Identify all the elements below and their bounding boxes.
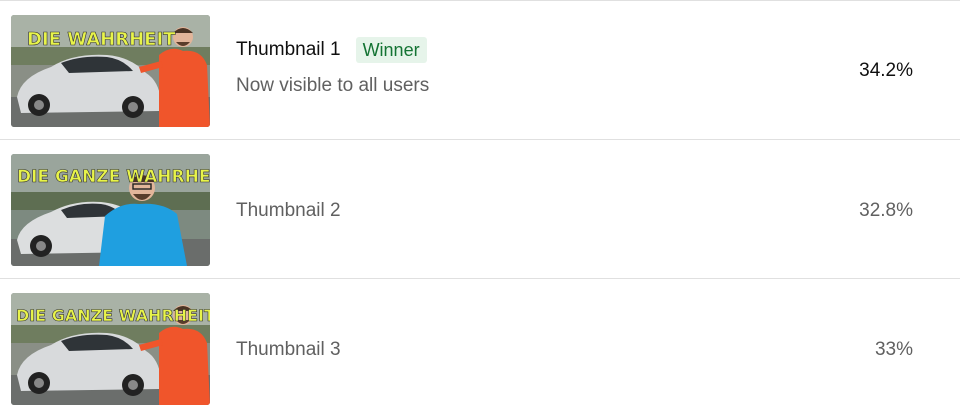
thumbnail-title: Thumbnail 3 [236,339,341,360]
thumbnail-title: Thumbnail 1 [236,39,341,60]
thumbnail-image-1: DIE WAHRHEIT [11,15,210,127]
thumbnail-image-2: DIE GANZE WAHRHEIT [11,154,210,266]
thumbnail-info-2: Thumbnail 2 [236,200,341,222]
thumbnail-image-3: DIE GANZE WAHRHEIT [11,293,210,405]
thumbnail-subtitle: Now visible to all users [236,75,430,96]
thumbnail-percentage: 33% [874,339,913,360]
thumbnail-row-2[interactable]: DIE GANZE WAHRHEIT Thumbnail 2 32.8% [0,140,960,279]
svg-text:DIE GANZE WAHRHEIT: DIE GANZE WAHRHEIT [17,167,210,187]
thumbnail-row-3[interactable]: DIE GANZE WAHRHEIT Thumbnail 3 33% [0,279,960,419]
thumbnail-row-1[interactable]: DIE WAHRHEIT Thumbnail 1 Winner Now visi… [0,1,960,140]
thumbnail-test-results: DIE WAHRHEIT Thumbnail 1 Winner Now visi… [0,0,960,418]
thumbnail-title: Thumbnail 2 [236,200,341,221]
thumbnail-info-1: Thumbnail 1 Winner Now visible to all us… [236,37,429,97]
thumbnail-percentage: 32.8% [859,200,913,221]
svg-text:DIE WAHRHEIT: DIE WAHRHEIT [27,29,176,50]
winner-badge: Winner [355,37,427,63]
thumbnail-info-3: Thumbnail 3 [236,339,341,361]
thumbnail-percentage: 34.2% [859,60,913,81]
svg-text:DIE GANZE WAHRHEIT: DIE GANZE WAHRHEIT [16,306,210,325]
